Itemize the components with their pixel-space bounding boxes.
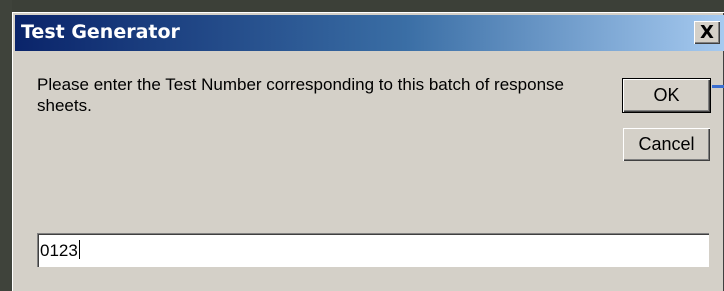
text-caret [78,240,80,259]
prompt-text: Please enter the Test Number correspondi… [37,75,564,115]
ok-button[interactable]: OK [622,78,711,113]
desktop-background [0,0,12,291]
dialog-title: Test Generator [21,21,180,43]
focus-indicator-line [712,85,724,88]
cancel-button[interactable]: Cancel [623,128,710,161]
title-bar: Test Generator X [15,15,724,51]
test-number-value: 0123 [40,241,78,260]
close-button[interactable]: X [694,21,720,44]
close-icon: X [700,22,714,43]
test-generator-dialog: Test Generator X Please enter the Test N… [12,12,724,291]
test-number-input[interactable]: 0123 [37,233,709,267]
